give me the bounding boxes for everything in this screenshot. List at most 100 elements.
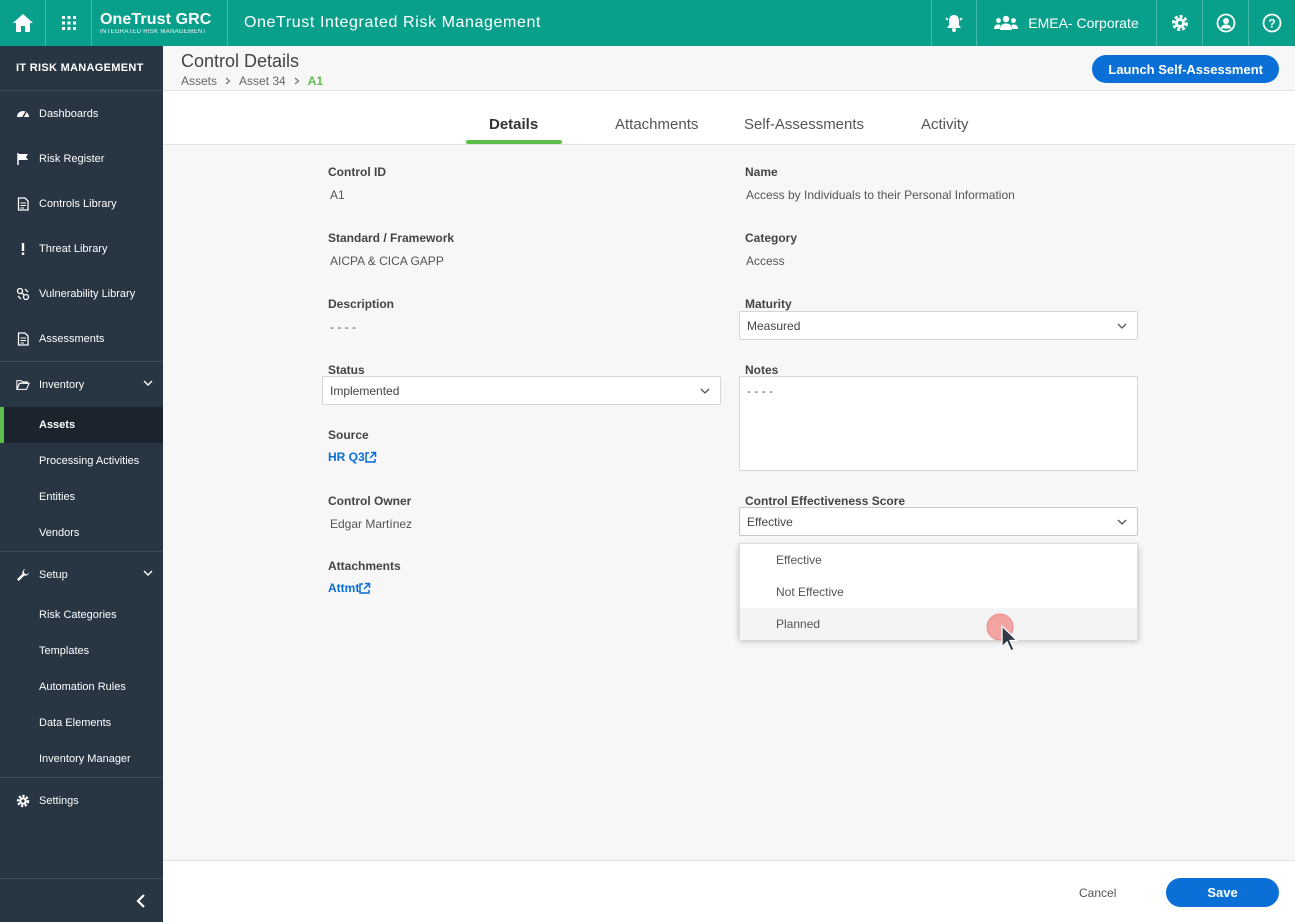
sidebar-collapse-button[interactable] [0, 878, 163, 922]
sidebar-item-label: Controls Library [39, 197, 117, 210]
category-value: Access [746, 254, 785, 268]
notes-label: Notes [745, 363, 779, 377]
source-link[interactable]: HR Q3 [328, 450, 377, 464]
status-label: Status [328, 363, 365, 377]
tab-activity[interactable]: Activity [921, 116, 969, 133]
flag-icon [16, 152, 30, 166]
org-switcher[interactable]: EMEA- Corporate [977, 0, 1157, 46]
svg-text:?: ? [1268, 17, 1275, 31]
chevron-down-icon [1117, 323, 1127, 329]
breadcrumb-assets[interactable]: Assets [181, 74, 217, 88]
tab-attachments[interactable]: Attachments [615, 116, 698, 133]
notes-textarea[interactable]: - - - - [739, 376, 1138, 471]
attachments-link-text: Attmt [328, 581, 360, 595]
sidebar-item-controls-library[interactable]: Controls Library [0, 181, 163, 226]
sidebar-item-assessments[interactable]: Assessments [0, 316, 163, 361]
chevron-down-icon [700, 388, 710, 394]
notifications-button[interactable] [931, 0, 977, 46]
status-select[interactable]: Implemented [322, 376, 721, 405]
sidebar-subitem-processing-activities[interactable]: Processing Activities [0, 443, 163, 479]
sidebar-item-threat-library[interactable]: Threat Library [0, 226, 163, 271]
home-button[interactable] [0, 0, 46, 46]
gear-icon [1171, 15, 1188, 31]
sidebar-subitem-templates[interactable]: Templates [0, 633, 163, 669]
chevron-down-icon [143, 570, 153, 576]
document-icon [16, 331, 30, 346]
sidebar-item-label: Setup [39, 568, 68, 581]
folder-icon [16, 378, 30, 392]
chevron-down-icon [143, 380, 153, 386]
gear-icon [16, 794, 30, 808]
sidebar-item-dashboards[interactable]: Dashboards [0, 91, 163, 136]
description-value[interactable]: - - - - [330, 320, 356, 334]
sidebar-subitem-risk-categories[interactable]: Risk Categories [0, 597, 163, 633]
maturity-selected: Measured [747, 318, 801, 333]
help-button[interactable]: ? [1249, 0, 1295, 46]
effectiveness-dropdown-menu: Effective Not Effective Planned [739, 543, 1138, 640]
sidebar: IT RISK MANAGEMENT Dashboards Risk Regis… [0, 46, 163, 922]
source-link-text: HR Q3 [328, 450, 365, 464]
sidebar-subitem-data-elements[interactable]: Data Elements [0, 705, 163, 741]
user-profile-button[interactable] [1203, 0, 1249, 46]
org-name: EMEA- Corporate [1028, 15, 1139, 31]
attachments-label: Attachments [328, 559, 401, 573]
control-details-form: Control ID A1 Name Access by Individuals… [163, 145, 1295, 860]
active-tab-indicator [466, 140, 562, 144]
sidebar-subitem-assets[interactable]: Assets [0, 407, 163, 443]
brand-logo[interactable]: OneTrust GRC INTEGRATED RISK MANAGEMENT [92, 0, 228, 46]
home-icon [12, 14, 33, 32]
sidebar-subitem-vendors[interactable]: Vendors [0, 515, 163, 551]
category-label: Category [745, 231, 798, 245]
external-link-icon [359, 582, 371, 594]
standard-value: AICPA & CICA GAPP [330, 254, 444, 268]
chevron-right-icon [294, 77, 300, 85]
sidebar-item-inventory[interactable]: Inventory [0, 362, 163, 407]
save-button[interactable]: Save [1166, 878, 1279, 907]
help-icon: ? [1262, 13, 1282, 33]
chevron-right-icon [225, 77, 231, 85]
sidebar-subitem-automation-rules[interactable]: Automation Rules [0, 669, 163, 705]
wrench-icon [16, 568, 30, 582]
sidebar-subitem-inventory-manager[interactable]: Inventory Manager [0, 741, 163, 777]
sidebar-subitem-entities[interactable]: Entities [0, 479, 163, 515]
user-icon [1216, 13, 1235, 33]
cancel-button[interactable]: Cancel [1079, 886, 1116, 900]
sidebar-item-vulnerability-library[interactable]: Vulnerability Library [0, 271, 163, 316]
bug-icon [16, 287, 30, 301]
tab-bar: Details Attachments Self-Assessments Act… [163, 91, 1295, 145]
grid-icon [61, 16, 76, 30]
launch-self-assessment-button[interactable]: Launch Self-Assessment [1092, 55, 1279, 83]
tab-details[interactable]: Details [489, 116, 538, 133]
page-header: Control Details Assets Asset 34 A1 Launc… [163, 46, 1295, 91]
sidebar-item-settings[interactable]: Settings [0, 778, 163, 823]
tab-self-assessments[interactable]: Self-Assessments [744, 116, 864, 133]
description-label: Description [328, 297, 395, 311]
option-planned[interactable]: Planned [740, 608, 1137, 640]
mouse-cursor-icon [986, 613, 1019, 652]
breadcrumb-asset[interactable]: Asset 34 [239, 74, 286, 88]
sidebar-item-label: Assessments [39, 332, 105, 345]
effectiveness-selected: Effective [747, 514, 793, 529]
top-bar: OneTrust GRC INTEGRATED RISK MANAGEMENT … [0, 0, 1295, 46]
app-grid-button[interactable] [46, 0, 92, 46]
document-icon [16, 196, 30, 211]
name-value: Access by Individuals to their Personal … [746, 188, 1015, 202]
option-not-effective[interactable]: Not Effective [740, 576, 1137, 608]
sidebar-item-risk-register[interactable]: Risk Register [0, 136, 163, 181]
option-effective[interactable]: Effective [740, 544, 1137, 576]
maturity-select[interactable]: Measured [739, 311, 1138, 340]
chevron-left-icon [136, 893, 145, 908]
settings-button[interactable] [1157, 0, 1203, 46]
breadcrumb: Assets Asset 34 A1 [181, 74, 323, 88]
sidebar-item-setup[interactable]: Setup [0, 552, 163, 597]
sidebar-item-label: Settings [39, 794, 79, 807]
sidebar-item-label: Vulnerability Library [39, 287, 136, 300]
chevron-down-icon [1117, 519, 1127, 525]
external-link-icon [364, 451, 376, 463]
dashboard-icon [16, 107, 30, 121]
effectiveness-label: Control Effectiveness Score [745, 494, 906, 508]
effectiveness-select[interactable]: Effective [739, 507, 1138, 536]
users-icon [994, 15, 1019, 30]
attachments-link[interactable]: Attmt [328, 581, 371, 595]
sidebar-item-label: Threat Library [39, 242, 108, 255]
